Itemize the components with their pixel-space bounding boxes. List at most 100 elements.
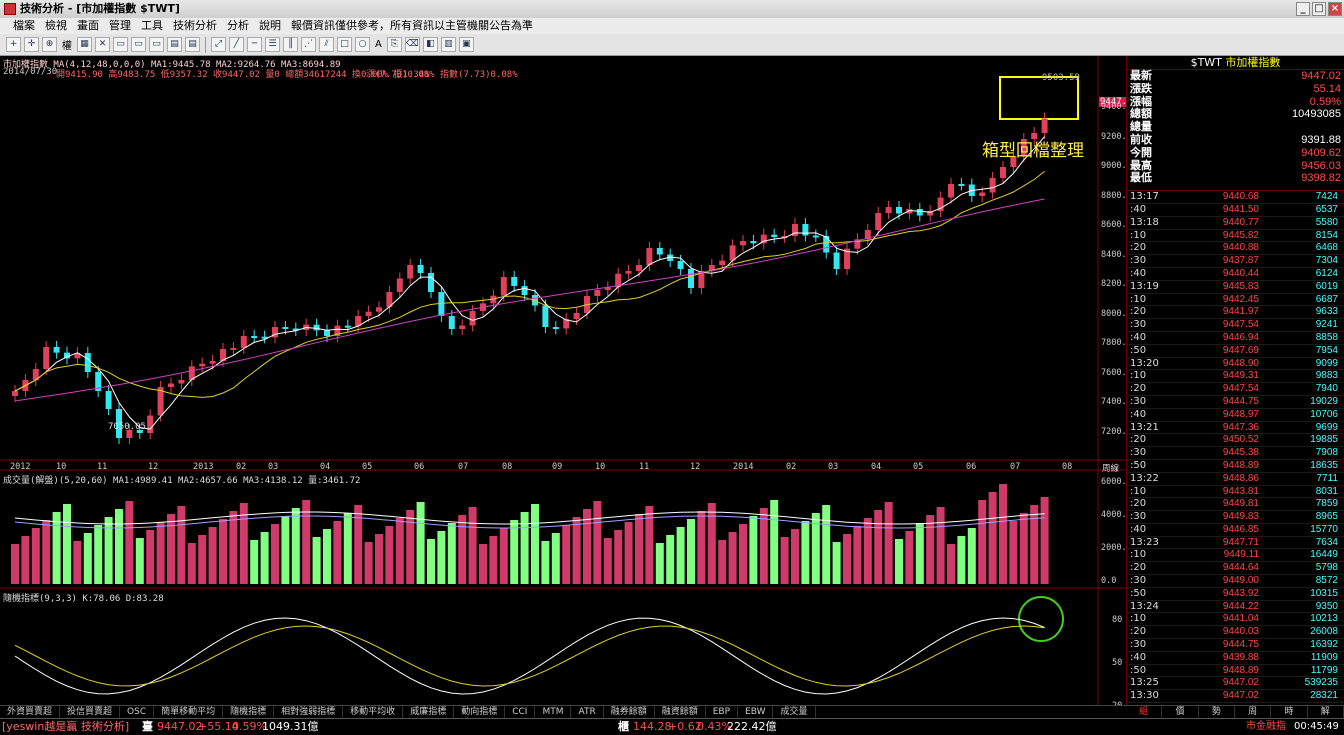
tick-row[interactable]: :20 9441.97 9633 xyxy=(1127,306,1344,320)
indicator-tab[interactable]: ATR xyxy=(571,706,604,718)
color-icon[interactable]: ◧ xyxy=(422,37,438,52)
tick-row[interactable]: :20 9440.88 6468 xyxy=(1127,242,1344,256)
tick-row[interactable]: 13:25 9447.02 539235 xyxy=(1127,677,1344,691)
menu-tools[interactable]: 工具 xyxy=(136,18,168,34)
tick-row[interactable]: :10 9442.45 6687 xyxy=(1127,294,1344,307)
quote-tab[interactable]: 解 xyxy=(1308,706,1344,718)
quote-tab[interactable]: 價 xyxy=(1162,706,1199,718)
tick-row[interactable]: :50 9443.92 10315 xyxy=(1127,588,1344,601)
save-icon[interactable]: ▣ xyxy=(458,37,474,52)
tick-row[interactable]: 13:24 9444.22 9350 xyxy=(1127,601,1344,614)
tick-row[interactable]: :50 9447.69 7954 xyxy=(1127,345,1344,358)
quote-tab[interactable]: 周 xyxy=(1235,706,1272,718)
clear-icon[interactable]: ✕ xyxy=(95,37,110,52)
tick-row[interactable]: :30 9444.75 19029 xyxy=(1127,396,1344,409)
tick-row[interactable]: :40 9439.88 11909 xyxy=(1127,652,1344,665)
tick-row[interactable]: 13:17 9440.68 7424 xyxy=(1127,191,1344,204)
tick-row[interactable]: :30 9449.00 8572 xyxy=(1127,575,1344,588)
vlines-icon[interactable]: ║ xyxy=(283,37,298,52)
indicator-tab[interactable]: 隨機指標 xyxy=(223,706,275,718)
crosshair-icon[interactable]: ✛ xyxy=(24,37,39,52)
hlines-icon[interactable]: ☰ xyxy=(265,37,280,52)
tick-row[interactable]: :10 9449.11 16449 xyxy=(1127,549,1344,563)
tick-row[interactable]: :40 9446.94 8858 xyxy=(1127,332,1344,345)
indicator-tab[interactable]: 成交量 xyxy=(773,706,816,718)
tick-row[interactable]: 13:19 9445.83 6019 xyxy=(1127,281,1344,294)
window2-icon[interactable]: ▭ xyxy=(131,37,146,52)
window3-icon[interactable]: ▭ xyxy=(149,37,164,52)
chart-area[interactable]: 市加權指數 MA(4,12,48,0,0,0) MA1:9445.78 MA2:… xyxy=(0,56,1134,711)
maximize-button[interactable]: □ xyxy=(1312,2,1326,16)
tick-row[interactable]: :20 9444.64 5798 xyxy=(1127,562,1344,576)
indicator-tab[interactable]: 融券餘額 xyxy=(604,706,655,718)
indicator-tab[interactable]: MTM xyxy=(535,706,572,718)
rect-icon[interactable]: □ xyxy=(337,37,352,52)
quote-tab[interactable]: 勢 xyxy=(1199,706,1235,718)
tick-row[interactable]: :10 9443.81 8031 xyxy=(1127,486,1344,499)
fan-icon[interactable]: ⋰ xyxy=(301,37,316,52)
text-tool[interactable]: A xyxy=(373,39,384,50)
tick-row[interactable]: :50 9448.89 11799 xyxy=(1127,665,1344,678)
period-label[interactable]: 周線 xyxy=(1102,462,1119,474)
indicator-tab[interactable]: 威廉指標 xyxy=(403,706,455,718)
tick-row[interactable]: 13:18 9440.77 5580 xyxy=(1127,217,1344,230)
indicator-tab[interactable]: 簡單移動平均 xyxy=(154,706,224,718)
indicator-tab[interactable]: 動向指標 xyxy=(454,706,506,718)
rights-label[interactable]: 權 xyxy=(60,37,74,52)
menu-analysis[interactable]: 分析 xyxy=(222,18,254,34)
indicator-tab[interactable]: 投信買賣超 xyxy=(60,706,121,718)
close-button[interactable]: × xyxy=(1328,2,1342,16)
tick-row[interactable]: 13:23 9447.71 7634 xyxy=(1127,537,1344,550)
tick-row[interactable]: :10 9441.04 10213 xyxy=(1127,613,1344,627)
tick-row[interactable]: 13:21 9447.36 9699 xyxy=(1127,422,1344,435)
circle-icon[interactable]: ○ xyxy=(355,37,370,52)
indicator-tab[interactable]: 相對強弱指標 xyxy=(274,706,344,718)
tick-row[interactable]: :20 9440.03 26008 xyxy=(1127,626,1344,640)
tick-row[interactable]: 13:20 9448.90 9099 xyxy=(1127,358,1344,371)
menu-help[interactable]: 說明 xyxy=(254,18,286,34)
bars-icon[interactable]: ▥ xyxy=(440,37,456,52)
tick-row[interactable]: :30 9447.54 9241 xyxy=(1127,319,1344,332)
layout2-icon[interactable]: ▤ xyxy=(185,37,200,52)
minimize-button[interactable]: _ xyxy=(1296,2,1310,16)
indicator-tab[interactable]: EBP xyxy=(706,706,739,718)
indicator-tab[interactable]: OSC xyxy=(120,706,155,718)
menu-screen[interactable]: 畫面 xyxy=(72,18,104,34)
window-icon[interactable]: ▭ xyxy=(113,37,128,52)
tick-row[interactable]: :40 9448.97 10706 xyxy=(1127,409,1344,422)
indicator-tab[interactable]: 外資買賣超 xyxy=(0,706,61,718)
tick-row[interactable]: :20 9449.81 7859 xyxy=(1127,498,1344,512)
hline-icon[interactable]: ─ xyxy=(247,37,262,52)
indicator-tab[interactable]: CCI xyxy=(505,706,536,718)
zoom-icon[interactable]: ⊕ xyxy=(42,37,57,52)
tick-row[interactable]: :20 9447.54 7940 xyxy=(1127,383,1344,396)
tick-row[interactable]: 13:30 9447.02 28321 xyxy=(1127,690,1344,704)
tick-row[interactable]: :40 9440.44 6124 xyxy=(1127,268,1344,281)
tick-row[interactable]: :30 9449.83 8965 xyxy=(1127,511,1344,524)
menu-technical[interactable]: 技術分析 xyxy=(168,18,222,34)
channel-icon[interactable]: ⫽ xyxy=(319,37,334,52)
indicator-tab[interactable]: 融資餘額 xyxy=(655,706,706,718)
quote-tab[interactable]: 時 xyxy=(1271,706,1308,718)
menu-view[interactable]: 檢視 xyxy=(40,18,72,34)
tick-row[interactable]: :10 9449.31 9883 xyxy=(1127,370,1344,384)
tick-row[interactable]: :40 9446.85 15770 xyxy=(1127,524,1344,537)
layout-icon[interactable]: ▤ xyxy=(167,37,182,52)
menu-file[interactable]: 檔案 xyxy=(8,18,40,34)
erase-icon[interactable]: ⌫ xyxy=(404,37,420,52)
grid-icon[interactable]: ▦ xyxy=(77,37,92,52)
quote-tab[interactable]: 組 xyxy=(1126,706,1163,718)
tick-list[interactable]: 13:17 9440.68 7424:40 9441.50 6537 13:18 9440.… xyxy=(1127,191,1344,704)
tick-row[interactable]: :10 9445.82 8154 xyxy=(1127,230,1344,243)
tick-row[interactable]: :40 9441.50 6537 xyxy=(1127,204,1344,217)
tick-row[interactable]: :30 9444.75 16392 xyxy=(1127,639,1344,652)
tick-row[interactable]: :50 9448.89 18635 xyxy=(1127,460,1344,473)
tick-row[interactable]: :30 9437.87 7304 xyxy=(1127,255,1344,268)
menu-manage[interactable]: 管理 xyxy=(104,18,136,34)
copy-icon[interactable]: ⎘ xyxy=(386,37,402,52)
tick-row[interactable]: :30 9445.38 7908 xyxy=(1127,447,1344,460)
line-icon[interactable]: ╱ xyxy=(229,37,244,52)
new-window-icon[interactable]: + xyxy=(6,37,21,52)
tick-row[interactable]: 13:22 9448.86 7711 xyxy=(1127,473,1344,486)
tick-row[interactable]: :20 9450.52 19885 xyxy=(1127,434,1344,448)
